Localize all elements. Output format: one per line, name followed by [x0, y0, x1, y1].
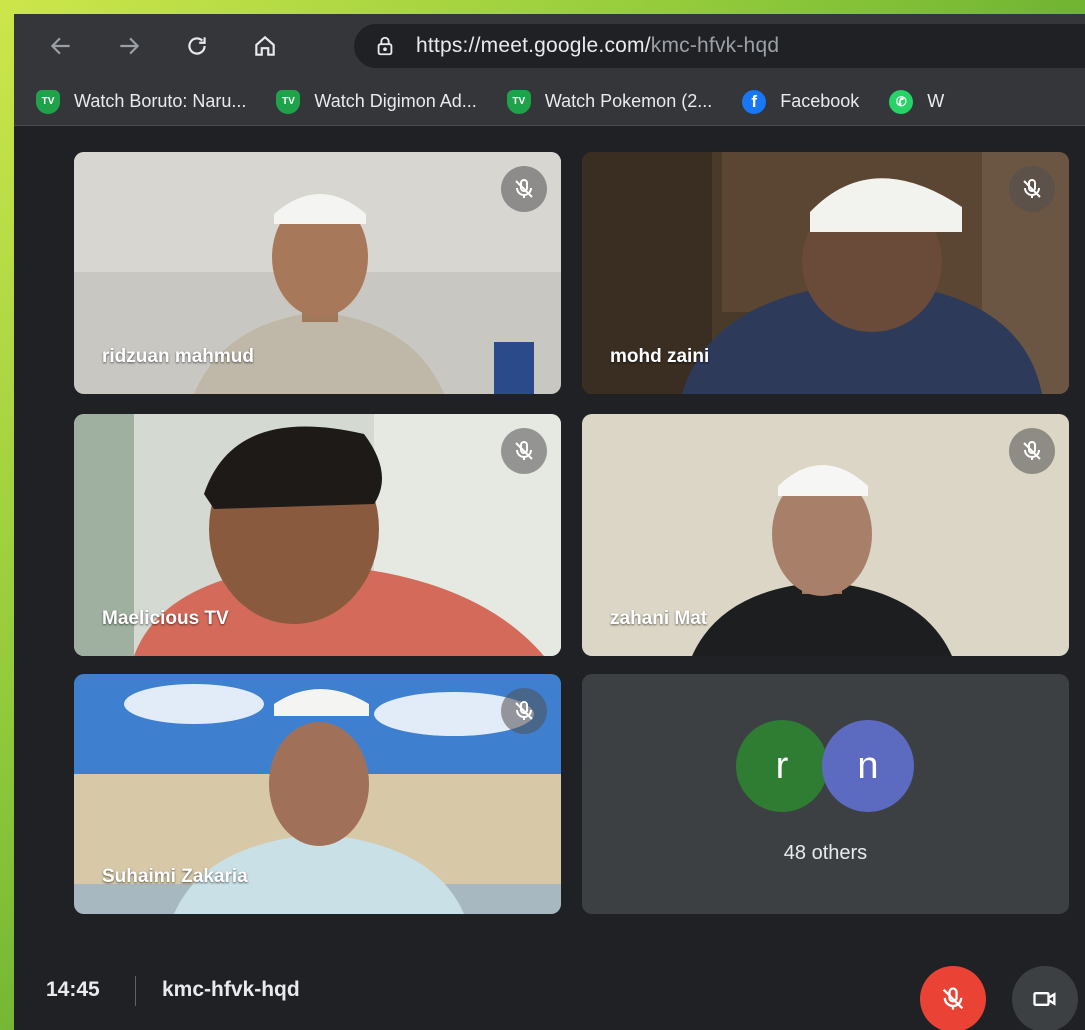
participant-tile[interactable]: Maelicious TV [74, 414, 561, 656]
avatar-letter: r [775, 744, 789, 787]
bookmark-digimon[interactable]: TV Watch Digimon Ad... [276, 89, 477, 114]
address-bar[interactable]: https://meet.google.com/kmc-hfvk-hqd [354, 24, 1085, 68]
mic-off-icon [942, 987, 964, 1010]
bookmark-pokemon[interactable]: TV Watch Pokemon (2... [506, 89, 713, 114]
reload-icon [188, 37, 206, 55]
participant-name: Maelicious TV [102, 608, 229, 629]
mic-off-icon [515, 701, 533, 720]
bookmark-facebook[interactable]: f Facebook [742, 89, 860, 114]
mic-off-indicator [1009, 428, 1055, 474]
participant-name: zahani Mat [610, 608, 708, 629]
bookmarks-bar: TV Watch Boruto: Naru... TV Watch Digimo… [14, 78, 1085, 126]
bookmark-label: Watch Digimon Ad... [314, 91, 477, 111]
bookmark-label: Watch Boruto: Naru... [74, 91, 247, 111]
participant-tile[interactable]: ridzuan mahmud [74, 152, 561, 394]
participant-tile[interactable]: mohd zaini [582, 152, 1069, 394]
video-camera-icon [1033, 992, 1056, 1006]
browser-toolbar: https://meet.google.com/kmc-hfvk-hqd [14, 14, 1085, 78]
forward-arrow-icon [120, 37, 140, 55]
reload-button[interactable] [176, 25, 218, 67]
home-icon [255, 35, 275, 56]
back-arrow-icon [50, 37, 70, 55]
bookmark-boruto[interactable]: TV Watch Boruto: Naru... [36, 89, 247, 114]
bookmark-label: Watch Pokemon (2... [544, 91, 713, 111]
back-button[interactable] [40, 25, 82, 67]
mic-off-icon [1023, 441, 1041, 460]
camera-toggle-button[interactable] [1012, 966, 1078, 1030]
bookmark-label: W [927, 91, 945, 111]
url-text: https://meet.google.com/kmc-hfvk-hqd [416, 34, 779, 58]
mic-off-indicator [1009, 166, 1055, 212]
mic-off-icon [515, 179, 533, 198]
tv-icon: TV [506, 89, 531, 114]
avatar: n [822, 720, 914, 812]
mic-off-indicator [501, 688, 547, 734]
participant-tile[interactable]: Suhaimi Zakaria [74, 674, 561, 914]
divider [135, 976, 136, 1006]
mic-toggle-button[interactable] [920, 966, 986, 1030]
url-domain: https://meet.google.com/ [416, 34, 651, 57]
bookmark-label: Facebook [780, 91, 860, 111]
meeting-code: kmc-hfvk-hqd [162, 978, 300, 1001]
bookmark-whatsapp[interactable]: ✆ W [889, 89, 945, 114]
meeting-controls-bar: 14:45 kmc-hfvk-hqd [14, 934, 1085, 1030]
mic-off-icon [515, 441, 533, 460]
mic-off-indicator [501, 166, 547, 212]
url-path: kmc-hfvk-hqd [650, 34, 780, 57]
others-count: 48 others [783, 842, 868, 864]
home-button[interactable] [244, 25, 286, 67]
participant-name: Suhaimi Zakaria [102, 866, 248, 887]
meeting-time: 14:45 [46, 978, 100, 1001]
facebook-icon: f [742, 89, 767, 114]
participant-tile[interactable]: zahani Mat [582, 414, 1069, 656]
mic-off-icon [1023, 179, 1041, 198]
lock-icon [377, 36, 393, 56]
others-tile[interactable]: r n 48 others [582, 674, 1069, 914]
mic-off-indicator [501, 428, 547, 474]
participant-name: ridzuan mahmud [102, 346, 255, 367]
browser-window: https://meet.google.com/kmc-hfvk-hqd TV … [14, 14, 1085, 1030]
tv-icon: TV [36, 89, 60, 114]
participant-name: mohd zaini [610, 346, 710, 367]
tv-icon: TV [276, 89, 301, 114]
avatar: r [736, 720, 828, 812]
whatsapp-icon: ✆ [889, 89, 914, 114]
avatar-letter: n [857, 744, 879, 787]
forward-button[interactable] [108, 25, 150, 67]
